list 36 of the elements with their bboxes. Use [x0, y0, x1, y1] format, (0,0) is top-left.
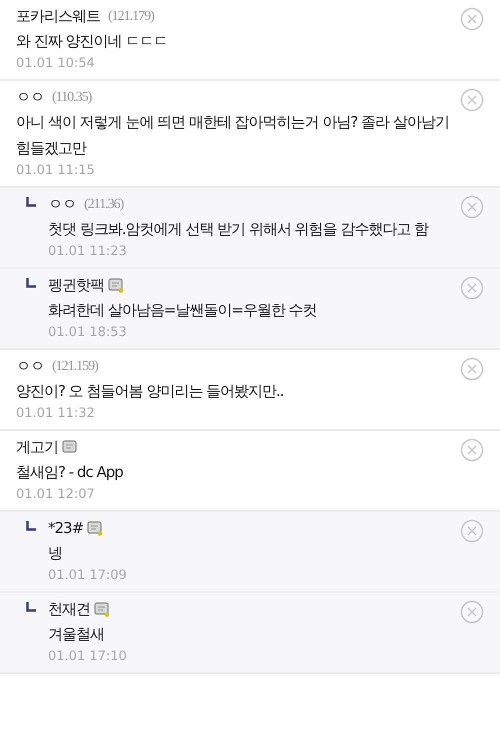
comment-text: 와 진짜 양진이네 ㄷㄷㄷ: [16, 31, 168, 52]
comment-author: ㅇㅇ: [16, 86, 44, 108]
comment-time: 01.01 18:53: [48, 324, 128, 342]
comment-author: 포카리스웨트: [16, 6, 100, 27]
ip-address: (211.36): [84, 196, 124, 214]
comment-text: 양진이? 오 첨들어봄 양미리는 들어봤지만..: [16, 381, 285, 402]
comment-text: 겨울철새: [48, 624, 105, 645]
comment-author: *23#: [48, 518, 84, 539]
comment-author: 게고기: [16, 436, 58, 458]
close-icon[interactable]: [460, 519, 484, 543]
comment-time: 01.01 17:10: [48, 648, 128, 666]
comment-time: 01.01 12:07: [16, 486, 96, 504]
comment-author: ㅇㅇ: [48, 194, 76, 215]
comment-time: 01.01 17:09: [48, 567, 128, 585]
close-icon[interactable]: [460, 276, 484, 300]
comment-time: 01.01 11:23: [48, 243, 128, 261]
close-icon[interactable]: [460, 357, 484, 381]
ip-address: (121.179): [108, 8, 154, 26]
comment-text: 화려한데 살아남음=날쌘돌이=우월한 수컷: [48, 300, 318, 321]
comment-text: 넹: [48, 543, 63, 564]
comment-time: 01.01 11:32: [16, 405, 96, 423]
comment-text: 첫댓 링크봐.암컷에게 선택 받기 위해서 위험을 감수했다고 함: [48, 219, 430, 240]
comment-time: 01.01 11:15: [16, 162, 96, 180]
comment-author: ㅇㅇ: [16, 356, 44, 377]
comment-author: 펭귄핫팩: [48, 274, 104, 296]
close-icon[interactable]: [460, 7, 484, 31]
comment-text: 철새임? - dc App: [16, 462, 124, 483]
close-icon[interactable]: [460, 600, 484, 624]
comment-time: 01.01 10:54: [16, 55, 96, 73]
close-icon[interactable]: [460, 195, 484, 219]
ip-address: (121.159): [52, 358, 98, 376]
close-icon[interactable]: [460, 88, 484, 112]
close-icon[interactable]: [460, 438, 484, 462]
ip-address: (110.35): [52, 88, 92, 106]
comment-author: 천재견: [48, 598, 90, 620]
comment-text: 아니 색이 저렇게 눈에 띄면 매한테 잡아먹히는거 아님? 졸라 살아남기 힘들겠고만: [16, 112, 450, 159]
